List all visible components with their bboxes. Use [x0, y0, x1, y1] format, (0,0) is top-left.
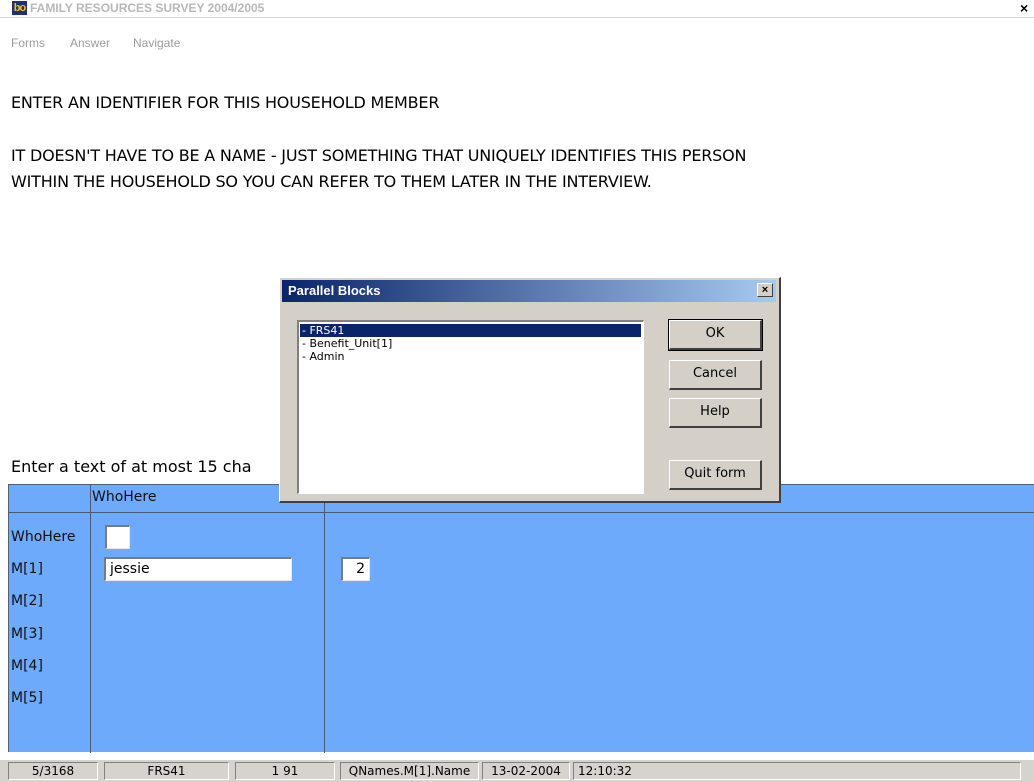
m1-number-input[interactable]: 2	[341, 557, 370, 581]
grid-header-divider	[9, 512, 1034, 513]
status-position: 5/3168	[8, 762, 98, 780]
status-bar: 5/3168 FRS41 1 91 QNames.M[1].Name 13-02…	[0, 760, 1034, 782]
question-line-1: ENTER AN IDENTIFIER FOR THIS HOUSEHOLD M…	[11, 93, 440, 112]
list-item-benefit-unit[interactable]: - Benefit_Unit[1]	[300, 337, 641, 350]
dialog-close-button[interactable]: ×	[757, 283, 773, 297]
window-title: FAMILY RESOURCES SURVEY 2004/2005	[30, 1, 265, 15]
status-field-name: QNames.M[1].Name	[340, 762, 479, 780]
list-item-frs41[interactable]: - FRS41	[300, 324, 641, 337]
row-label-m2: M[2]	[11, 593, 43, 609]
quit-form-button[interactable]: Quit form	[669, 460, 762, 490]
status-date: 13-02-2004	[482, 762, 570, 780]
ok-button[interactable]: OK	[668, 319, 763, 351]
menu-answer[interactable]: Answer	[70, 36, 110, 51]
menu-navigate[interactable]: Navigate	[133, 36, 180, 51]
dialog-title-bar: Parallel Blocks ×	[282, 280, 776, 302]
whohere-input[interactable]	[105, 525, 130, 549]
status-time: 12:10:32	[573, 762, 1021, 780]
list-item-admin[interactable]: - Admin	[300, 350, 641, 363]
row-label-m1: M[1]	[11, 561, 43, 577]
grid-column-header: WhoHere	[92, 489, 157, 505]
help-button[interactable]: Help	[669, 398, 762, 428]
question-line-3: WITHIN THE HOUSEHOLD SO YOU CAN REFER TO…	[11, 172, 652, 191]
status-counts: 1 91	[235, 762, 335, 780]
row-label-m5: M[5]	[11, 690, 43, 706]
grid-divider	[90, 485, 91, 753]
answer-grid: WhoHere WhoHere M[1] M[2] M[3] M[4] M[5]…	[8, 484, 1034, 753]
menu-bar: Forms Answer Navigate	[0, 18, 1034, 54]
parallel-blocks-dialog: Parallel Blocks × - FRS41 - Benefit_Unit…	[279, 277, 781, 503]
grid-divider	[324, 485, 325, 753]
m1-name-input[interactable]: jessie	[104, 557, 292, 581]
app-logo-icon: bo	[12, 1, 27, 15]
row-label-m4: M[4]	[11, 658, 43, 674]
status-block: FRS41	[104, 762, 229, 780]
menu-forms[interactable]: Forms	[11, 36, 45, 51]
answer-instruction: Enter a text of at most 15 cha	[11, 457, 252, 476]
window-close-button[interactable]: ×	[1020, 0, 1028, 17]
dialog-title: Parallel Blocks	[288, 283, 381, 298]
parallel-blocks-list[interactable]: - FRS41 - Benefit_Unit[1] - Admin	[297, 320, 644, 494]
question-line-2: IT DOESN'T HAVE TO BE A NAME - JUST SOME…	[11, 146, 747, 165]
title-bar: bo FAMILY RESOURCES SURVEY 2004/2005 ×	[0, 0, 1034, 18]
row-label-m3: M[3]	[11, 626, 43, 642]
cancel-button[interactable]: Cancel	[669, 360, 762, 390]
row-label-whohere: WhoHere	[11, 529, 76, 545]
